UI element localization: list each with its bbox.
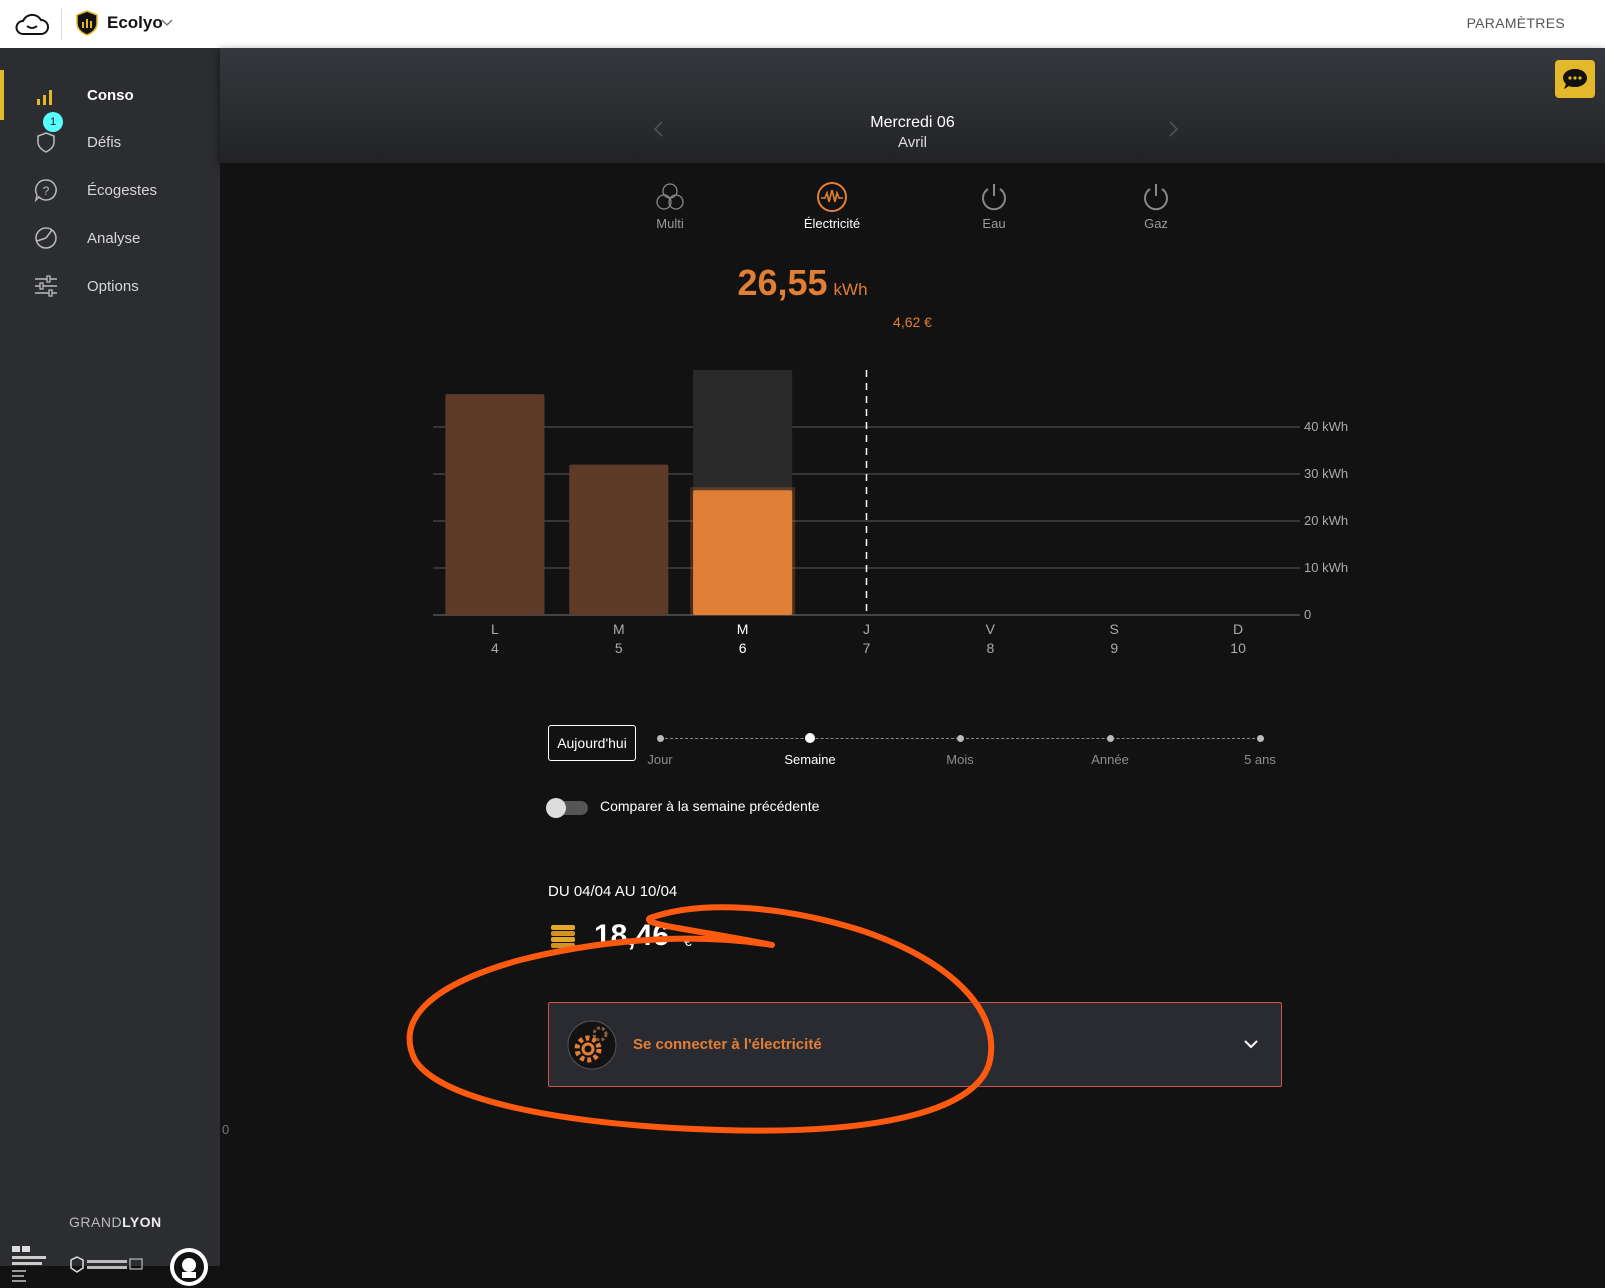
consumption-value: 26,55 kWh [0, 262, 1605, 304]
chevron-right-icon[interactable] [1168, 120, 1180, 138]
water-power-icon [982, 184, 1006, 211]
period-dot-4[interactable] [1256, 735, 1264, 742]
period-dot-1[interactable] [805, 733, 815, 743]
svg-text:?: ? [43, 184, 50, 198]
fluid-tab-label: Gaz [1144, 216, 1168, 231]
x-tick-day-number: 5 [615, 640, 623, 656]
chevron-down-icon [1244, 1040, 1258, 1049]
sidebar-item-label: Conso [87, 86, 134, 104]
period-option-label[interactable]: Année [1091, 752, 1129, 767]
bar-chart-icon [37, 90, 52, 105]
x-tick-day-letter: V [986, 621, 996, 637]
total-currency: € [684, 933, 692, 949]
period-option-label[interactable]: 5 ans [1244, 752, 1276, 767]
total-amount: 18,46 [594, 919, 670, 952]
consumption-bar-chart: 0 10 kWh 20 kWh 30 kWh 40 kWh L 4 M 5 M 6 J 7 V 8 S 9 D 10 [433, 370, 1348, 656]
period-dot-0[interactable] [656, 735, 664, 742]
x-tick-day-letter: M [613, 621, 625, 637]
premier-ministre-logo-icon [12, 1246, 46, 1282]
coins-icon [551, 925, 575, 948]
x-tick-day-number: 8 [986, 640, 994, 656]
consumption-number: 26,55 [737, 262, 828, 303]
x-tick-day-letter: S [1110, 621, 1119, 637]
feedback-chat-button[interactable] [1555, 60, 1595, 98]
today-button[interactable]: Aujourd'hui [548, 725, 636, 761]
x-tick-day-number: 9 [1110, 640, 1118, 656]
fluid-tab-eau[interactable]: Eau [934, 163, 1054, 231]
sidebar-item-ecogestes[interactable]: ? Écogestes [0, 168, 220, 212]
bar-4 [445, 394, 545, 615]
topbar-divider [61, 8, 62, 40]
period-option-label[interactable]: Jour [647, 752, 672, 767]
bar-5 [569, 464, 669, 615]
y-tick-label: 10 kWh [1304, 560, 1348, 575]
bar-6 [693, 490, 793, 615]
gas-power-icon [1144, 184, 1168, 211]
x-tick-day-letter: J [863, 621, 870, 637]
x-tick-day-letter: L [491, 621, 499, 637]
x-tick-day-number: 6 [739, 640, 747, 656]
date-range: DU 04/04 AU 10/04 [548, 883, 678, 900]
chevron-down-icon[interactable] [161, 17, 173, 27]
connect-electricity-panel[interactable]: Se connecter à l'électricité [548, 1002, 1282, 1087]
x-tick-day-number: 7 [863, 640, 871, 656]
pie-chart-icon [35, 227, 57, 249]
challenge-badge: 1 [43, 112, 63, 132]
fluid-selector: Multi Électricité Eau Gaz [220, 163, 1605, 248]
x-tick-day-number: 4 [491, 640, 499, 656]
fluid-tab-gaz[interactable]: Gaz [1096, 163, 1216, 231]
y-tick-label: 40 kWh [1304, 419, 1348, 434]
stray-text: 0 [222, 1122, 230, 1137]
y-tick-label: 0 [1304, 607, 1311, 622]
partner-logos: GRANDLYON [0, 1158, 220, 1286]
y-tick-label: 20 kWh [1304, 513, 1348, 528]
banque-des-territoires-logo-icon [70, 1256, 143, 1273]
selected-month: Avril [898, 134, 927, 151]
question-bubble-icon: ? [34, 179, 57, 203]
sidebar-item-label: Défis [87, 133, 122, 151]
app-name[interactable]: Ecolyo [107, 13, 163, 33]
connect-label: Se connecter à l'électricité [633, 1036, 822, 1053]
fluid-tab-label: Électricité [803, 216, 861, 231]
fluid-tab-label: Eau [982, 216, 1006, 231]
electricity-icon [817, 182, 847, 212]
sidebar-item-conso[interactable]: Conso [0, 73, 220, 117]
period-selector: Aujourd'hui Jour Semaine Mois Année 5 ans [548, 725, 1278, 770]
multi-fluid-icon [656, 183, 684, 210]
compare-toggle[interactable] [546, 798, 588, 818]
chat-bubble-icon [1563, 69, 1587, 89]
compare-label: Comparer à la semaine précédente [600, 798, 820, 814]
grandlyon-logo: GRANDLYON [69, 1214, 162, 1230]
cloud-logo-icon[interactable] [14, 10, 50, 38]
fluid-tab-label: Multi [656, 216, 684, 231]
fluid-tab-electricite[interactable]: Électricité [772, 163, 892, 231]
x-tick-day-letter: M [737, 621, 749, 637]
connection-gear-icon [567, 1020, 617, 1070]
sidebar-item-label: Écogestes [87, 181, 158, 199]
top-bar: Ecolyo PARAMÈTRES [0, 0, 1605, 48]
sidebar-item-defis[interactable]: 1 Défis [0, 112, 220, 164]
period-option-label[interactable]: Semaine [784, 752, 835, 767]
consumption-unit: kWh [833, 280, 868, 299]
date-header: Mercredi 06 Avril [220, 48, 1605, 163]
ecolyo-shield-icon [76, 10, 98, 36]
sidebar: Conso 1 Défis ? Écogestes Analyse Option… [0, 48, 220, 1286]
x-tick-day-letter: D [1233, 621, 1243, 637]
period-dot-3[interactable] [1106, 735, 1114, 742]
sidebar-item-analyse[interactable]: Analyse [0, 216, 220, 260]
sidebar-item-label: Analyse [87, 229, 141, 247]
consumption-price: 4,62 € [893, 314, 932, 330]
toggle-knob [546, 798, 566, 818]
selected-day: Mercredi 06 [870, 114, 955, 131]
period-dot-2[interactable] [956, 735, 964, 742]
period-option-label[interactable]: Mois [946, 752, 973, 767]
partner-seal-icon [170, 1248, 208, 1286]
shield-icon [37, 132, 55, 153]
x-tick-day-number: 10 [1230, 640, 1246, 656]
fluid-tab-multi[interactable]: Multi [610, 163, 730, 231]
y-tick-label: 30 kWh [1304, 466, 1348, 481]
settings-link[interactable]: PARAMÈTRES [1467, 15, 1565, 31]
